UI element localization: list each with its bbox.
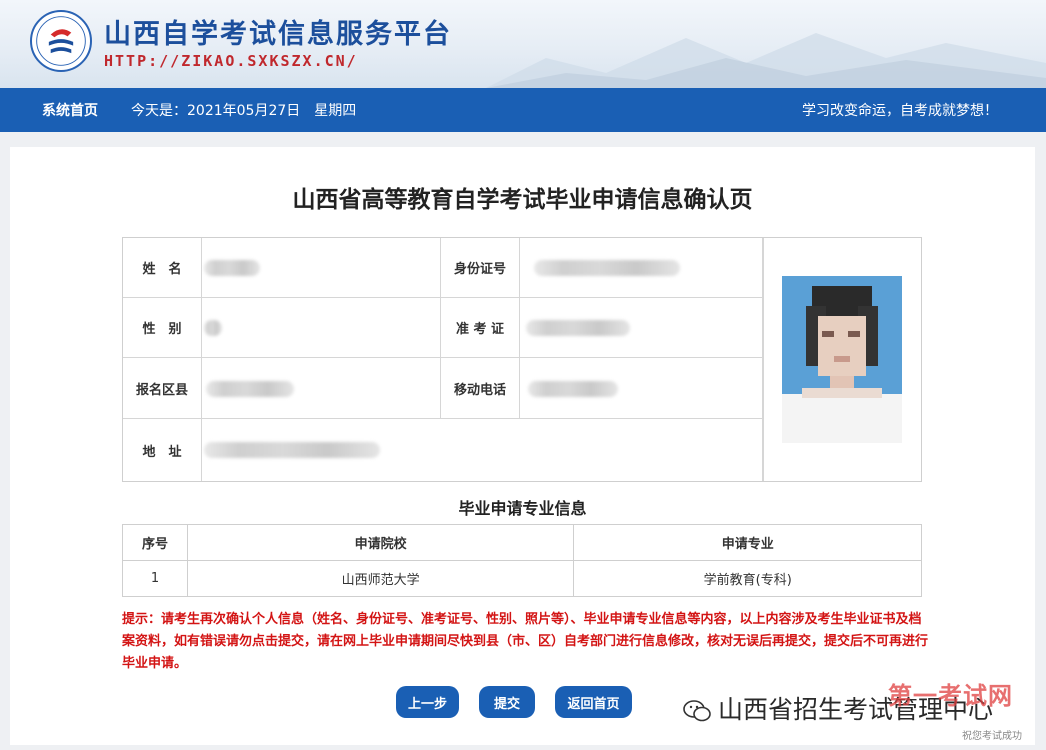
row-major: 学前教育(专科): [573, 560, 922, 597]
district-value: [202, 358, 441, 419]
site-url[interactable]: HTTP://ZIKAO.SXKSZX.CN/: [104, 52, 358, 70]
col-header-major: 申请专业: [573, 524, 922, 561]
name-value: [202, 238, 441, 298]
main-panel: 山西省高等教育自学考试毕业申请信息确认页 姓 名 身份证号 性 别 准 考 证 …: [10, 147, 1035, 745]
id-redacted: [534, 260, 680, 276]
exam-no-label: 准 考 证: [441, 298, 520, 358]
site-logo[interactable]: [30, 10, 92, 72]
mountain-background: [486, 33, 1046, 88]
notice-text: 提示：请考生再次确认个人信息（姓名、身份证号、准考证号、性别、照片等）、毕业申请…: [122, 612, 929, 671]
col-header-no: 序号: [122, 524, 188, 561]
row-school: 山西师范大学: [186, 560, 575, 597]
page-title: 山西省高等教育自学考试毕业申请信息确认页: [292, 187, 753, 213]
major-section-title: 毕业申请专业信息: [458, 499, 587, 518]
personal-info-table: 姓 名 身份证号 性 别 准 考 证 报名区县 移动电话 地 址: [122, 237, 922, 482]
date-text: 今天是：2021年05月27日: [131, 103, 301, 119]
major-table-header: 序号 申请院校 申请专业: [122, 524, 922, 561]
address-value: [202, 419, 763, 481]
site-title: 山西自学考试信息服务平台: [104, 19, 452, 50]
row-no: 1: [122, 560, 188, 597]
applicant-photo: [782, 276, 902, 443]
nav-home-link[interactable]: 系统首页: [42, 100, 98, 120]
name-redacted: [204, 260, 260, 276]
prev-step-button[interactable]: 上一步: [396, 686, 459, 718]
submit-button[interactable]: 提交: [479, 686, 535, 718]
wechat-icon: [683, 700, 711, 722]
photo-divider: [763, 238, 764, 481]
id-value: [520, 238, 763, 298]
site-watermark: 第一考试网: [888, 682, 1013, 710]
tagline-watermark: 祝您考试成功: [962, 731, 1022, 742]
phone-label: 移动电话: [441, 358, 520, 419]
header-banner: 山西自学考试信息服务平台 HTTP://ZIKAO.SXKSZX.CN/: [0, 0, 1046, 88]
table-row: 1 山西师范大学 学前教育(专科): [122, 560, 922, 597]
district-redacted: [206, 381, 294, 397]
gender-value: [202, 298, 441, 358]
major-table: 序号 申请院校 申请专业 1 山西师范大学 学前教育(专科): [122, 524, 922, 597]
weekday-text: 星期四: [314, 103, 357, 119]
nav-bar: 系统首页 今天是：2021年05月27日 星期四 学习改变命运，自考成就梦想！: [0, 88, 1046, 132]
exam-no-redacted: [526, 320, 630, 336]
gender-redacted: [204, 320, 222, 336]
id-label: 身份证号: [441, 238, 520, 298]
phone-value: [520, 358, 763, 419]
address-redacted: [204, 442, 380, 458]
gender-label: 性 别: [123, 298, 202, 358]
name-label: 姓 名: [123, 238, 202, 298]
district-label: 报名区县: [123, 358, 202, 419]
back-home-button[interactable]: 返回首页: [555, 686, 632, 718]
phone-redacted: [528, 381, 618, 397]
exam-no-value: [520, 298, 763, 358]
address-label: 地 址: [123, 419, 202, 481]
nav-slogan: 学习改变命运，自考成就梦想！: [802, 103, 998, 119]
nav-date: 今天是：2021年05月27日 星期四: [131, 100, 356, 120]
col-header-school: 申请院校: [186, 524, 575, 561]
